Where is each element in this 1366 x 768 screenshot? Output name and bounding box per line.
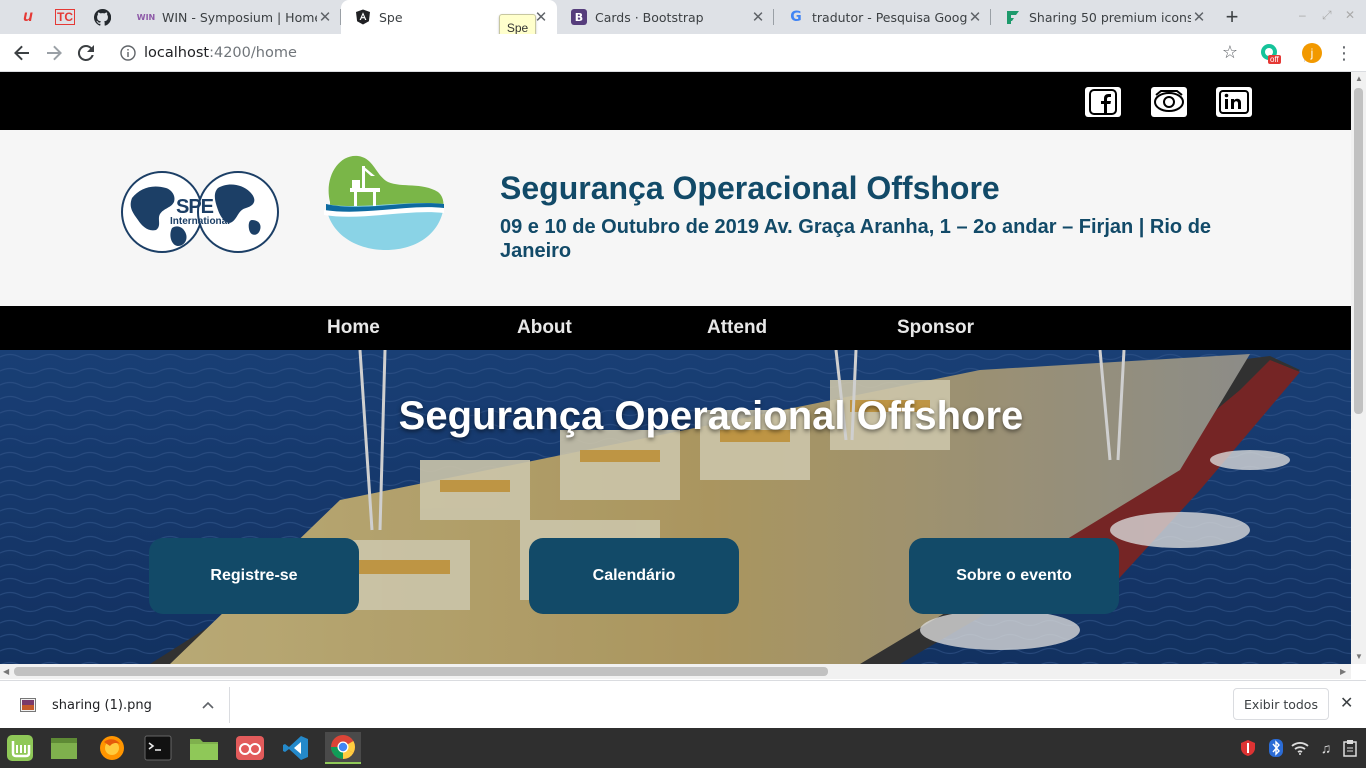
pinned-tab-2-label: TC: [55, 9, 75, 25]
about-event-button[interactable]: Sobre o evento: [909, 538, 1119, 614]
nav-attend[interactable]: Attend: [707, 306, 767, 350]
site-title: Segurança Operacional Offshore: [500, 170, 1000, 206]
url-path: :4200/home: [209, 45, 297, 61]
nav-about[interactable]: About: [517, 306, 572, 350]
back-button[interactable]: [10, 41, 34, 65]
image-file-icon: [20, 698, 36, 712]
site-header: SPE International Segurança Operacional …: [0, 130, 1351, 306]
scroll-down-icon[interactable]: ▼: [1355, 652, 1363, 661]
close-window-icon[interactable]: ✕: [1345, 8, 1355, 22]
hero-banner: Segurança Operacional Offshore Registre-…: [0, 350, 1351, 664]
close-tab-icon[interactable]: ✕: [967, 8, 983, 26]
back-arrow-icon: [14, 45, 29, 61]
bookmark-star-icon[interactable]: ☆: [1222, 42, 1238, 63]
horizontal-scroll-thumb[interactable]: [14, 667, 828, 676]
glasses-icon[interactable]: [234, 732, 266, 764]
main-navigation: Home About Attend Sponsor: [0, 306, 1351, 350]
forward-button[interactable]: [42, 41, 66, 65]
tab-title: WIN - Symposium | Home: [162, 9, 317, 25]
pinned-tab-1-label: u: [23, 8, 33, 25]
bootstrap-icon: B: [571, 9, 587, 25]
google-icon: G: [790, 9, 802, 25]
url-host: localhost: [144, 45, 210, 61]
pinned-tab-1[interactable]: u: [10, 0, 46, 34]
facebook-icon: [1089, 89, 1117, 115]
shield-icon[interactable]: [1238, 738, 1258, 758]
chevron-up-icon[interactable]: [202, 701, 214, 709]
tab-sharing-icons[interactable]: Sharing 50 premium icons ( ✕: [991, 0, 1215, 34]
files-icon[interactable]: [48, 732, 80, 764]
close-tab-icon[interactable]: ✕: [1191, 8, 1207, 26]
show-all-downloads-button[interactable]: Exibir todos: [1233, 688, 1329, 720]
download-filename: sharing (1).png: [52, 697, 152, 713]
scroll-right-icon[interactable]: ▶: [1340, 667, 1346, 676]
vertical-scroll-thumb[interactable]: [1354, 88, 1363, 414]
folder-icon[interactable]: [188, 732, 220, 764]
social-bar: [0, 72, 1351, 130]
download-bar: sharing (1).png Exibir todos ✕: [0, 680, 1366, 728]
site-subtitle: 09 e 10 de Outubro de 2019 Av. Graça Ara…: [500, 216, 1212, 262]
close-tab-icon[interactable]: ✕: [317, 8, 333, 26]
mint-menu-icon[interactable]: [4, 732, 36, 764]
angular-icon: [355, 9, 371, 25]
reload-button[interactable]: [74, 41, 98, 65]
register-button[interactable]: Registre-se: [149, 538, 359, 614]
nav-home[interactable]: Home: [327, 306, 380, 350]
scroll-up-icon[interactable]: ▲: [1355, 74, 1363, 83]
oil-platform-logo-graphic: [324, 155, 444, 250]
vertical-scrollbar[interactable]: ▲ ▼: [1351, 72, 1366, 664]
tab-bootstrap-cards[interactable]: B Cards · Bootstrap ✕: [557, 0, 774, 34]
github-icon: [93, 8, 111, 26]
offshore-logo[interactable]: [322, 152, 446, 252]
tab-title: Sharing 50 premium icons (: [1029, 9, 1191, 25]
info-icon: [120, 45, 136, 61]
new-tab-button[interactable]: +: [1220, 4, 1244, 29]
close-tab-icon[interactable]: ✕: [750, 8, 766, 26]
linkedin-link[interactable]: [1216, 87, 1252, 117]
pinned-tab-github[interactable]: [84, 0, 120, 34]
os-taskbar: ♫: [0, 728, 1366, 768]
instagram-link[interactable]: [1151, 87, 1187, 117]
pinned-tab-2[interactable]: TC: [47, 0, 83, 34]
extension-button[interactable]: off: [1258, 41, 1282, 65]
tab-title: tradutor - Pesquisa Google: [812, 9, 967, 25]
spe-logo-subtext: International: [170, 216, 231, 227]
win-favicon-icon: WIN: [136, 12, 156, 22]
tab-win-symposium[interactable]: WIN WIN - Symposium | Home ✕: [124, 0, 341, 34]
tab-google-search[interactable]: G tradutor - Pesquisa Google ✕: [774, 0, 991, 34]
reload-icon: [77, 44, 94, 61]
banner-title: Segurança Operacional Offshore: [398, 394, 1024, 438]
terminal-icon[interactable]: [142, 732, 174, 764]
spe-logo[interactable]: SPE International: [120, 170, 280, 254]
profile-initial: j: [1302, 43, 1322, 63]
minimize-window-icon[interactable]: –: [1299, 8, 1306, 22]
instagram-icon: [1154, 90, 1184, 112]
firefox-icon[interactable]: [96, 732, 128, 764]
horizontal-scrollbar[interactable]: ◀ ▶: [0, 664, 1351, 679]
browser-toolbar: localhost:4200/home ☆ off j ⋮: [0, 34, 1366, 72]
forward-arrow-icon: [47, 45, 62, 61]
clipboard-icon[interactable]: [1340, 738, 1360, 758]
address-bar[interactable]: localhost:4200/home ☆: [108, 38, 1248, 68]
linkedin-icon: [1219, 90, 1249, 114]
download-item[interactable]: sharing (1).png: [12, 687, 230, 723]
profile-avatar[interactable]: j: [1300, 41, 1324, 65]
flaticon-icon: [1005, 9, 1021, 25]
chrome-icon[interactable]: [325, 732, 361, 764]
tab-title: Cards · Bootstrap: [595, 9, 704, 25]
nav-sponsor[interactable]: Sponsor: [897, 306, 974, 350]
vscode-icon[interactable]: [280, 732, 312, 764]
calendar-button[interactable]: Calendário: [529, 538, 739, 614]
page-viewport: SPE International Segurança Operacional …: [0, 72, 1351, 664]
extension-badge: off: [1268, 55, 1281, 64]
scroll-left-icon[interactable]: ◀: [3, 667, 9, 676]
facebook-link[interactable]: [1085, 87, 1121, 117]
browser-menu-icon[interactable]: ⋮: [1332, 41, 1356, 65]
sound-icon[interactable]: ♫: [1316, 738, 1336, 758]
wifi-icon[interactable]: [1290, 738, 1310, 758]
close-download-bar-icon[interactable]: ✕: [1340, 693, 1353, 713]
maximize-window-icon[interactable]: ⤢: [1322, 8, 1332, 23]
bluetooth-icon[interactable]: [1266, 738, 1286, 758]
tab-strip: u TC WIN WIN - Symposium | Home ✕ Spe ✕ …: [0, 0, 1366, 34]
